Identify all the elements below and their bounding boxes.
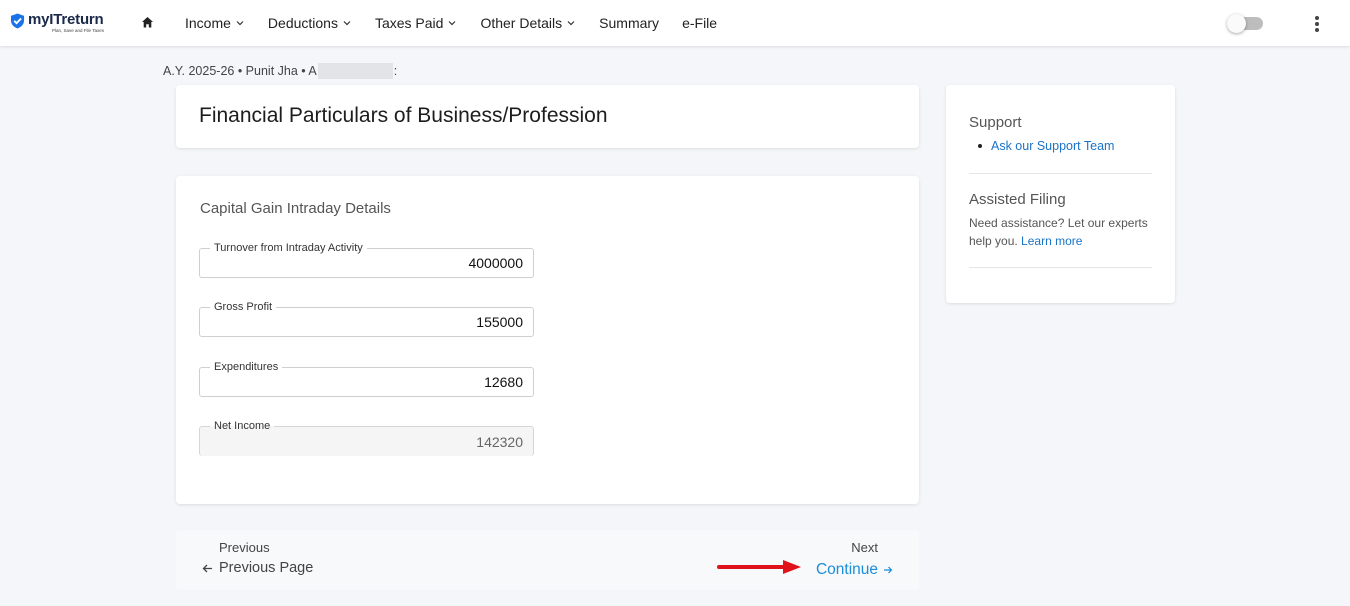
shield-check-icon (10, 13, 25, 29)
expenditures-field: Expenditures (199, 360, 534, 397)
nav-income-label: Income (185, 15, 231, 31)
support-list-item: Ask our Support Team (978, 139, 1114, 153)
nav-summary-label: Summary (599, 15, 660, 31)
chevron-down-icon (236, 21, 244, 26)
turnover-field: Turnover from Intraday Activity (199, 241, 534, 278)
nav-efile-label: e-File (682, 15, 718, 31)
divider (969, 173, 1152, 174)
previous-page-button[interactable]: Previous Page (202, 560, 313, 576)
redacted-block (317, 63, 393, 79)
nav-other-details-label: Other Details (480, 15, 563, 31)
nav-efile[interactable]: e-File (682, 15, 717, 31)
top-navbar: myITreturn Plan, Save and File Taxes Inc… (0, 0, 1350, 46)
nav-income[interactable]: Income (185, 15, 244, 31)
assisted-filing-text: Need assistance? Let our experts help yo… (969, 215, 1159, 250)
previous-label: Previous (219, 540, 270, 555)
turnover-label: Turnover from Intraday Activity (210, 241, 367, 255)
logo-name: myITreturn (28, 11, 104, 28)
net-income-label: Net Income (210, 419, 275, 433)
more-vertical-icon[interactable] (1309, 15, 1325, 33)
page-navigation: Previous Previous Page Next Continue (176, 530, 919, 590)
breadcrumb: A.Y. 2025-26 • Punit Jha • A : (163, 63, 397, 79)
breadcrumb-suffix: : (393, 64, 398, 78)
home-icon[interactable] (141, 16, 154, 29)
continue-label: Continue (815, 561, 878, 578)
net-income-field: Net Income (199, 419, 534, 456)
arrow-right-icon (884, 566, 893, 574)
page-title: Financial Particulars of Business/Profes… (199, 104, 608, 127)
nav-summary[interactable]: Summary (599, 15, 659, 31)
learn-more-link[interactable]: Learn more (1021, 234, 1082, 248)
chevron-down-icon (449, 21, 456, 26)
title-card: Financial Particulars of Business/Profes… (176, 85, 919, 148)
nav-other-details[interactable]: Other Details (480, 15, 575, 31)
section-title: Capital Gain Intraday Details (200, 200, 391, 217)
breadcrumb-text: A.Y. 2025-26 • Punit Jha • A (163, 64, 317, 78)
gross-profit-field: Gross Profit (199, 300, 534, 337)
chevron-down-icon (343, 21, 351, 26)
expenditures-label: Expenditures (210, 360, 283, 374)
support-card: Support Ask our Support Team Assisted Fi… (946, 85, 1175, 303)
divider (969, 267, 1152, 268)
nav-deductions-label: Deductions (267, 15, 338, 31)
bullet (978, 144, 982, 148)
toggle-knob (1227, 14, 1246, 33)
chevron-down-icon (567, 21, 575, 26)
annotation-arrow-icon (717, 560, 801, 574)
previous-page-label: Previous Page (219, 560, 314, 576)
continue-button[interactable]: Continue (816, 561, 893, 579)
gross-profit-label: Gross Profit (210, 300, 277, 314)
nav-taxes-paid[interactable]: Taxes Paid (375, 15, 456, 31)
logo-tagline: Plan, Save and File Taxes (52, 28, 104, 33)
support-team-link[interactable]: Ask our Support Team (991, 139, 1114, 153)
support-title: Support (969, 114, 1022, 131)
form-card: Capital Gain Intraday Details Turnover f… (176, 176, 919, 504)
assisted-filing-title: Assisted Filing (969, 191, 1066, 208)
theme-toggle[interactable] (1227, 14, 1263, 33)
nav-taxes-paid-label: Taxes Paid (374, 15, 444, 31)
app-logo[interactable]: myITreturn Plan, Save and File Taxes (10, 12, 104, 34)
arrow-left-icon (202, 564, 212, 572)
main-nav: Income Deductions Taxes Paid Other Detai… (185, 0, 741, 46)
nav-deductions[interactable]: Deductions (268, 15, 351, 31)
next-label: Next (851, 540, 878, 555)
